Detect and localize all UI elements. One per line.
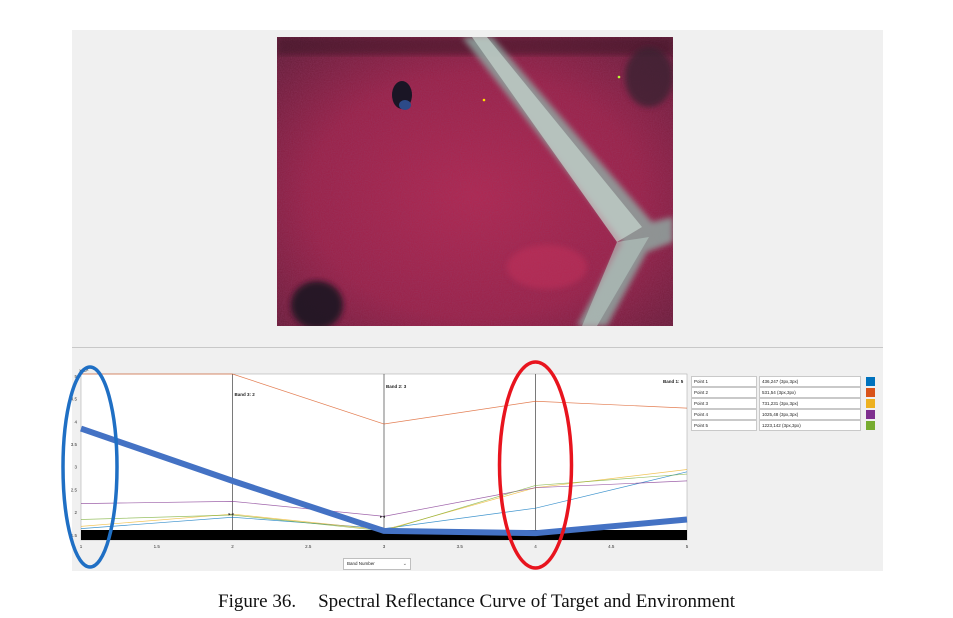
figure-title: Spectral Reflectance Curve of Target and… [318,591,735,612]
panel-divider [72,347,883,348]
x-tick-label: 3.5 [457,544,464,549]
x-tick-label: 1 [80,544,83,549]
y-tick-label: 3.5 [71,442,78,447]
y-tick-label: 3 [74,465,77,470]
figure-number: Figure 36. [218,591,297,612]
y-tick-label: 2.5 [71,487,78,492]
x-tick-label: 1.5 [154,544,161,549]
figure-caption: Figure 36. Spectral Reflectance Curve of … [0,591,953,613]
x-tick-label: 3 [383,544,386,549]
aerial-image-view[interactable] [277,37,673,326]
x-tick-label: 4.5 [608,544,615,549]
band-label: Band 1: 5 [663,379,684,384]
band-label: Band 3: 2 [235,392,256,397]
band-axis-marker: ▸◂ [380,514,386,520]
x-tick-label: 2 [231,544,234,549]
spectral-plot[interactable]: Band 3: 2 Band 2: 3 Band 1: 5 1.5 2 2.5 3 3.5 4 4… [0,352,883,602]
x-tick-label: 5 [686,544,689,549]
band-axis-marker: ▸◂ [229,512,235,518]
x-tick-label: 4 [534,544,537,549]
y-tick-label: 2 [74,510,77,515]
band-label: Band 2: 3 [386,384,407,389]
aerial-image [277,37,673,326]
x-tick-label: 2.5 [305,544,312,549]
y-tick-label: 4 [74,419,77,424]
